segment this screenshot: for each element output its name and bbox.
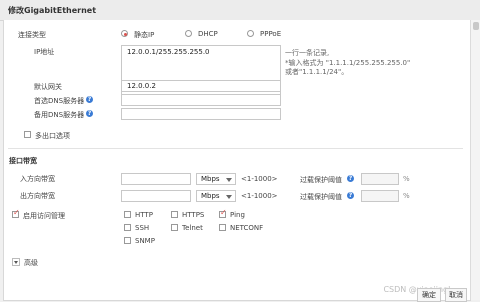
out-threshold-input[interactable] — [361, 190, 399, 202]
dns2-help-icon[interactable]: ? — [86, 110, 93, 117]
in-threshold-input[interactable] — [361, 173, 399, 185]
ping-label: Ping — [230, 211, 245, 219]
in-threshold-label: 过载保护阈值 — [300, 176, 342, 184]
dns2-input[interactable] — [121, 108, 281, 120]
chevron-down-icon — [226, 178, 232, 182]
conn-type-label: 连接类型 — [18, 31, 46, 39]
out-bandwidth-range: <1-1000> — [241, 192, 278, 200]
out-bandwidth-unit-value: Mbps — [201, 192, 220, 200]
in-threshold-help-icon[interactable]: ? — [347, 175, 354, 182]
advanced-label: 高级 — [24, 259, 38, 267]
dialog-title: 修改GigabitEthernet — [8, 6, 97, 15]
chevron-down-icon — [14, 261, 18, 264]
gateway-input[interactable]: 12.0.0.2 — [121, 80, 281, 92]
dns1-label: 首选DNS服务器 — [34, 97, 85, 105]
snmp-label: SNMP — [135, 237, 155, 245]
dialog-body: 连接类型 静态IP DHCP PPPoE IP地址 12.0.0.1/255.2… — [3, 20, 471, 302]
access-mgmt-checkbox[interactable] — [12, 208, 20, 218]
ip-hint-line1: 一行一条记录, — [285, 49, 330, 57]
in-bandwidth-range: <1-1000> — [241, 175, 278, 183]
snmp-checkbox[interactable] — [124, 237, 131, 244]
access-mgmt-label: 启用访问管理 — [23, 212, 65, 220]
in-bandwidth-input[interactable] — [121, 173, 191, 185]
netconf-label: NETCONF — [230, 224, 264, 232]
section-divider — [8, 148, 463, 149]
radio-pppoe-label: PPPoE — [260, 30, 282, 38]
multi-exit-checkbox[interactable] — [24, 131, 31, 138]
in-bandwidth-unit-select[interactable]: Mbps — [196, 173, 236, 185]
out-bandwidth-unit-select[interactable]: Mbps — [196, 190, 236, 202]
ssh-checkbox[interactable] — [124, 224, 131, 231]
ip-hint-line3: 或者"1.1.1.1/24"。 — [285, 68, 349, 76]
https-label: HTTPS — [182, 211, 205, 219]
radio-static-ip[interactable] — [121, 30, 128, 37]
vertical-scrollbar[interactable] — [470, 20, 480, 300]
out-threshold-label: 过载保护阈值 — [300, 193, 342, 201]
radio-dhcp-label: DHCP — [198, 30, 218, 38]
radio-dhcp[interactable] — [185, 30, 192, 37]
netconf-checkbox[interactable] — [219, 224, 226, 231]
radio-static-ip-label: 静态IP — [134, 31, 155, 39]
out-bandwidth-label: 出方向带宽 — [20, 192, 55, 200]
ip-address-value: 12.0.0.1/255.255.255.0 — [127, 48, 210, 56]
radio-pppoe[interactable] — [247, 30, 254, 37]
dns1-help-icon[interactable]: ? — [86, 96, 93, 103]
out-threshold-percent: % — [403, 192, 410, 200]
dns2-label: 备用DNS服务器 — [34, 111, 85, 119]
gateway-value: 12.0.0.2 — [127, 82, 156, 90]
dns1-input[interactable] — [121, 94, 281, 106]
advanced-toggle[interactable] — [12, 258, 20, 266]
http-label: HTTP — [135, 211, 153, 219]
https-checkbox[interactable] — [171, 211, 178, 218]
multi-exit-label: 多出口选项 — [35, 132, 70, 140]
bandwidth-section-title: 接口带宽 — [9, 157, 37, 165]
chevron-down-icon — [226, 195, 232, 199]
dialog-titlebar: 修改GigabitEthernet — [0, 0, 480, 21]
scrollbar-thumb[interactable] — [473, 22, 479, 30]
ip-label: IP地址 — [34, 48, 55, 56]
telnet-label: Telnet — [182, 224, 203, 232]
ssh-label: SSH — [135, 224, 150, 232]
in-bandwidth-unit-value: Mbps — [201, 175, 220, 183]
out-bandwidth-input[interactable] — [121, 190, 191, 202]
http-checkbox[interactable] — [124, 211, 131, 218]
gateway-label: 默认网关 — [34, 83, 62, 91]
out-threshold-help-icon[interactable]: ? — [347, 192, 354, 199]
telnet-checkbox[interactable] — [171, 224, 178, 231]
ping-checkbox[interactable] — [219, 208, 227, 218]
in-threshold-percent: % — [403, 175, 410, 183]
in-bandwidth-label: 入方向带宽 — [20, 175, 55, 183]
